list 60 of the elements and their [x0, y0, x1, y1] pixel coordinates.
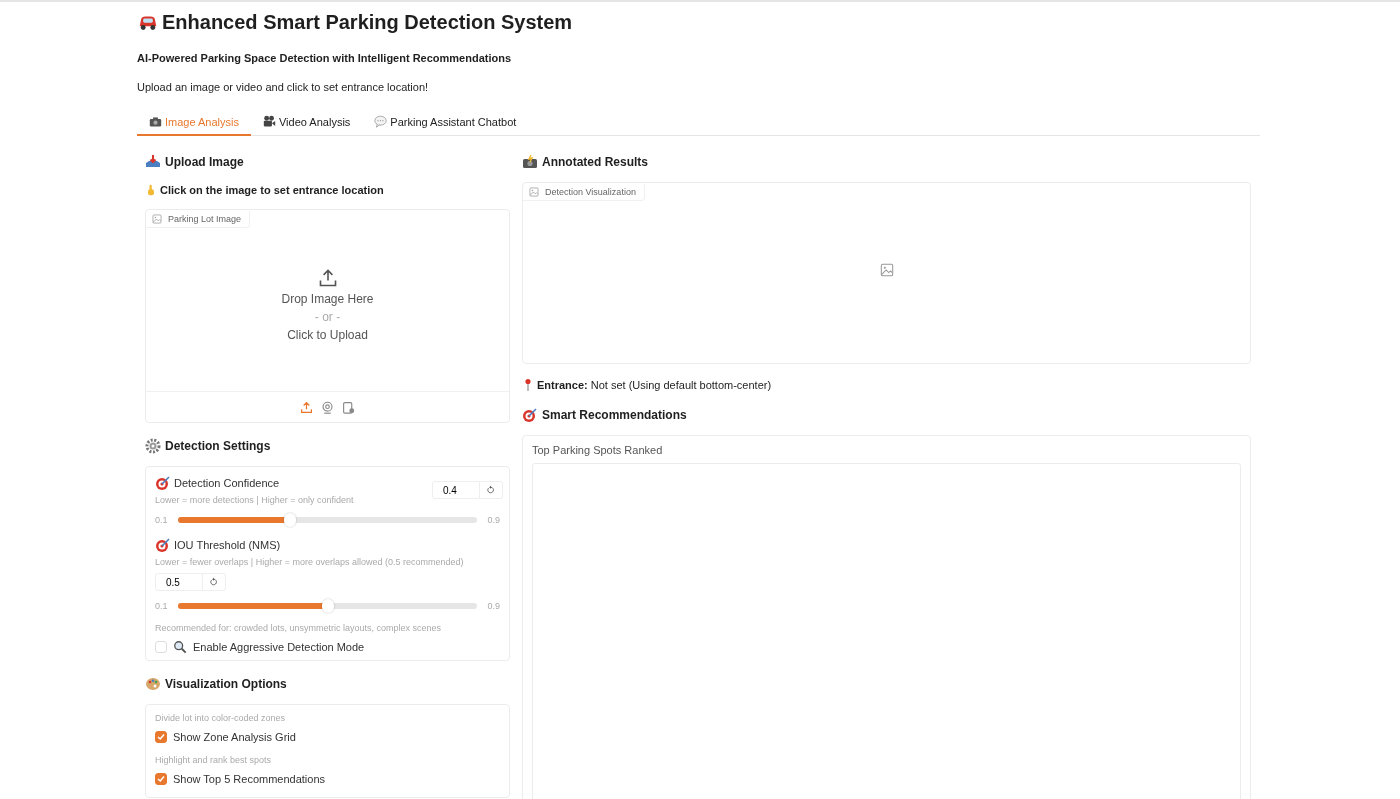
image-icon	[152, 214, 162, 224]
range-min: 0.1	[155, 515, 168, 525]
number-field[interactable]: 0.5	[155, 573, 203, 591]
target-icon	[522, 407, 538, 423]
speech-bubble-icon	[374, 115, 388, 128]
slider-label: Detection Confidence	[174, 477, 280, 489]
or-text: - or -	[314, 309, 341, 324]
option-info: Highlight and rank best spots	[155, 755, 273, 765]
section-heading: Annotated Results	[542, 155, 648, 169]
target-icon	[155, 475, 171, 491]
field-label: Parking Lot Image	[146, 211, 251, 228]
field-label: Top Parking Spots Ranked	[532, 444, 664, 456]
target-icon	[155, 537, 171, 553]
note-text: Recommended for: crowded lots, unsymmetric layouts, complex scenes	[155, 623, 443, 633]
section-heading: Detection Settings	[165, 439, 271, 453]
range-min: 0.1	[155, 601, 168, 611]
instructions: Upload an image or video and click to set entrance location!	[137, 81, 430, 93]
slider-thumb[interactable]	[321, 599, 334, 613]
subtitle: AI-Powered Parking Space Detection with Intelligent Recommendations	[137, 52, 513, 64]
gear-icon	[145, 438, 161, 454]
checkbox-label: Show Top 5 Recommendations	[173, 773, 326, 785]
palette-icon	[145, 676, 161, 692]
number-field[interactable]: 0.4	[432, 481, 480, 499]
camera-flash-icon	[522, 154, 538, 170]
checkbox-label: Enable Aggressive Detection Mode	[193, 641, 365, 653]
reset-button[interactable]	[203, 573, 226, 591]
entrance-status: Entrance: Not set (Using default bottom-center)	[537, 379, 772, 391]
checkbox-label: Show Zone Analysis Grid	[173, 731, 296, 743]
image-upload-area[interactable]: Parking Lot Image Drop Image Here - or - Click to Upload	[145, 209, 510, 423]
inbox-tray-icon	[145, 154, 161, 170]
magnifier-icon	[173, 640, 187, 654]
range-max: 0.9	[487, 601, 500, 611]
tab[interactable]: Parking Assistant Chatbot	[362, 108, 529, 136]
checkbox[interactable]	[155, 773, 167, 785]
slider-info: Lower = more detections | Higher = only confident	[155, 495, 354, 505]
pointing-hand-icon	[145, 183, 157, 197]
reset-button[interactable]	[480, 481, 503, 499]
drop-text: Drop Image Here	[281, 291, 374, 306]
image-icon	[529, 187, 539, 197]
pin-icon	[522, 378, 534, 392]
range-max: 0.9	[487, 515, 500, 525]
image-placeholder-icon	[879, 263, 894, 277]
slider-thumb[interactable]	[284, 513, 296, 527]
film-camera-icon	[263, 115, 276, 128]
reset-icon	[486, 485, 496, 495]
slider-label: IOU Threshold (NMS)	[174, 539, 281, 551]
page-title: Enhanced Smart Parking Detection System	[162, 10, 573, 34]
section-heading: Smart Recommendations	[542, 408, 687, 422]
reset-icon	[209, 577, 219, 587]
tab[interactable]: Video Analysis	[251, 108, 363, 136]
checkbox[interactable]	[155, 731, 167, 743]
field-label: Detection Visualization	[523, 184, 645, 201]
section-heading: Upload Image	[165, 155, 244, 169]
slider-info: Lower = fewer overlaps | Higher = more overlaps allowed (0.5 recommended)	[155, 557, 465, 567]
section-heading: Visualization Options	[165, 677, 287, 691]
upload-text: Click to Upload	[287, 327, 368, 342]
hint-text: Click on the image to set entrance location	[160, 184, 384, 196]
upload-icon	[317, 267, 338, 288]
camera-icon	[149, 115, 162, 128]
option-info: Divide lot into color-coded zones	[155, 713, 287, 723]
